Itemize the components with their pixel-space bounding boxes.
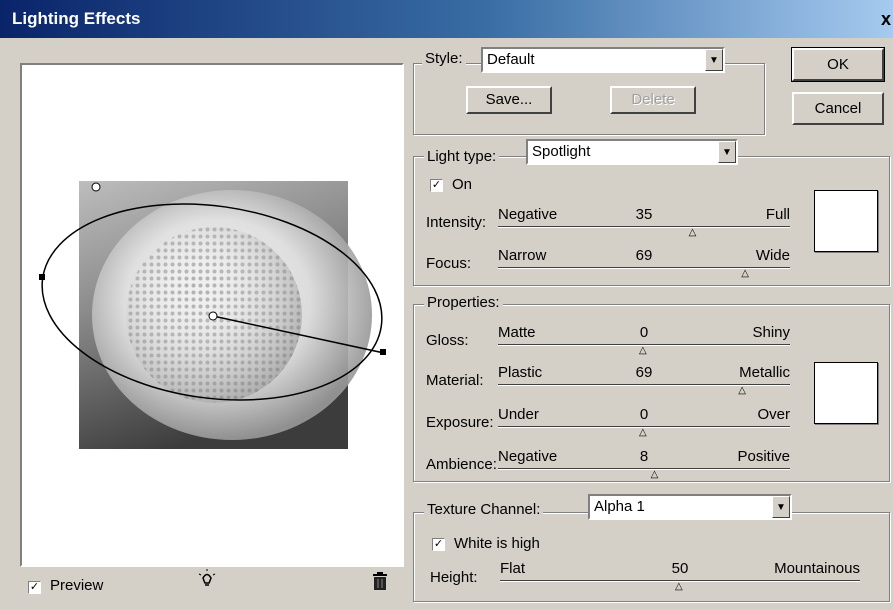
chevron-down-icon[interactable]: ▼ [705,49,723,71]
slider-min-label: Negative [498,206,558,223]
ok-button[interactable]: OK [791,47,885,82]
slider-thumb-icon[interactable]: △ [689,228,697,238]
light-color-swatch[interactable] [814,190,878,252]
light-handle[interactable] [380,349,386,355]
slider-thumb-icon[interactable]: △ [741,269,749,279]
slider-value: 50 [671,560,689,577]
preview-checkbox[interactable]: ✓ [28,581,41,594]
slider-max-label: Positive [737,448,790,465]
chevron-down-icon[interactable]: ▼ [718,141,736,163]
chevron-down-icon[interactable]: ▼ [772,496,790,518]
light-type-select[interactable]: Spotlight ▼ [526,139,738,165]
exposure-label: Exposure: [426,414,494,431]
title-bar: Lighting Effects x [0,0,893,38]
light-type-label: Light type: [424,148,500,165]
focus-slider[interactable]: Narrow 69 Wide △ [498,247,790,279]
ambience-label: Ambience: [426,456,497,473]
window-title: Lighting Effects [12,9,141,28]
preview-pane[interactable] [20,63,404,567]
slider-max-label: Mountainous [774,560,860,577]
style-select[interactable]: Default ▼ [481,47,725,73]
white-is-high-label: White is high [454,535,540,552]
slider-max-label: Wide [755,247,790,264]
close-icon[interactable]: x [881,9,891,30]
light-type-value: Spotlight [532,143,591,160]
height-slider[interactable]: Flat 50 Mountainous △ [500,560,860,592]
white-is-high-checkbox[interactable]: ✓ [432,538,445,551]
light-center-handle[interactable] [208,311,218,321]
ambient-color-swatch[interactable] [814,362,878,424]
delete-button[interactable]: Delete [610,86,696,114]
style-value: Default [487,51,535,68]
slider-value: 69 [635,364,653,381]
slider-min-label: Matte [498,324,536,341]
slider-min-label: Flat [500,560,526,577]
slider-value: 35 [635,206,653,223]
slider-value: 69 [635,247,653,264]
gloss-slider[interactable]: Matte 0 Shiny △ [498,324,790,356]
slider-thumb-icon[interactable]: △ [738,386,746,396]
style-label: Style: [422,50,466,67]
properties-title: Properties: [424,294,503,311]
lighting-effects-dialog: ✓ Preview Style: Default ▼ Save... Delet… [0,38,893,610]
texture-channel-select[interactable]: Alpha 1 ▼ [588,494,792,520]
slider-thumb-icon[interactable]: △ [639,346,647,356]
slider-max-label: Over [757,406,790,423]
gloss-label: Gloss: [426,332,469,349]
save-button[interactable]: Save... [466,86,552,114]
slider-value: 0 [639,324,649,341]
slider-min-label: Plastic [498,364,543,381]
trash-icon[interactable] [370,570,390,592]
slider-min-label: Under [498,406,539,423]
cancel-button[interactable]: Cancel [792,92,884,125]
slider-track[interactable] [498,384,790,386]
exposure-slider[interactable]: Under 0 Over △ [498,406,790,438]
intensity-slider[interactable]: Negative 35 Full △ [498,206,790,238]
slider-thumb-icon[interactable]: △ [639,428,647,438]
light-handle[interactable] [91,182,101,192]
slider-min-label: Narrow [498,247,547,264]
height-label: Height: [430,569,478,586]
preview-image[interactable] [22,65,402,565]
slider-thumb-icon[interactable]: △ [651,470,659,480]
slider-min-label: Negative [498,448,558,465]
light-bulb-icon[interactable] [195,568,219,592]
ambience-slider[interactable]: Negative 8 Positive △ [498,448,790,480]
texture-channel-label: Texture Channel: [424,501,544,518]
focus-label: Focus: [426,255,472,272]
material-slider[interactable]: Plastic 69 Metallic △ [498,364,790,396]
on-label: On [452,176,473,193]
intensity-label: Intensity: [426,214,487,231]
slider-max-label: Metallic [739,364,790,381]
slider-value: 8 [639,448,649,465]
slider-max-label: Full [765,206,790,223]
material-label: Material: [426,372,484,389]
slider-track[interactable] [498,226,790,228]
preview-label: Preview [50,577,104,594]
texture-channel-value: Alpha 1 [594,498,645,515]
light-handle[interactable] [39,274,45,280]
slider-max-label: Shiny [752,324,790,341]
slider-track[interactable] [498,468,790,470]
slider-value: 0 [639,406,649,423]
on-checkbox[interactable]: ✓ [430,179,443,192]
slider-thumb-icon[interactable]: △ [675,582,683,592]
